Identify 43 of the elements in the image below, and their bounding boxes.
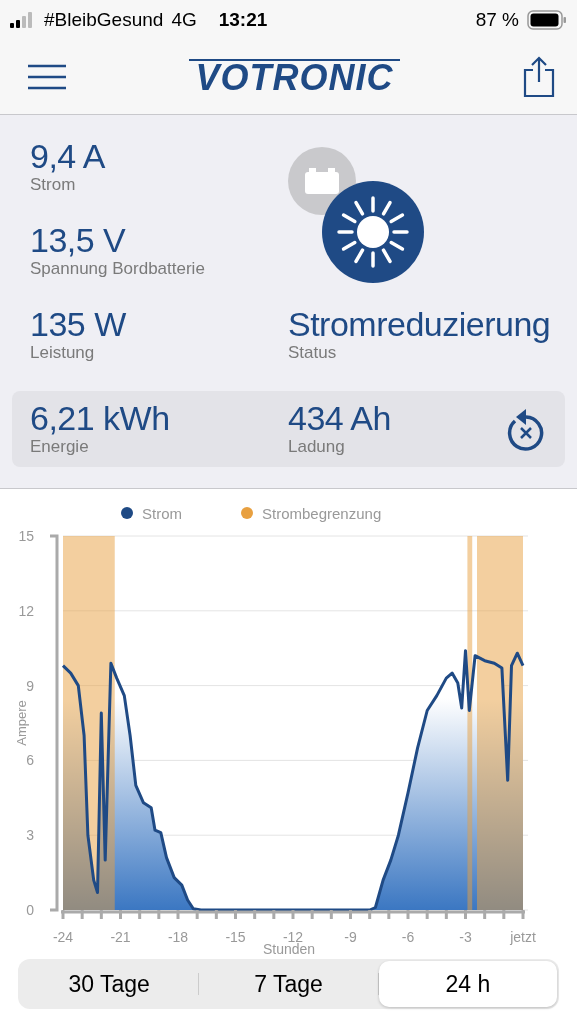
battery-percent: 87 %: [475, 9, 519, 31]
battery-icon: [305, 168, 339, 194]
y-tick-label: 9: [26, 677, 34, 694]
menu-icon[interactable]: [28, 64, 66, 90]
sun-icon: [337, 196, 409, 268]
x-tick-label: -21: [110, 929, 131, 945]
metric-value: 6,21 kWh: [30, 399, 171, 437]
metric-label: Ladung: [288, 437, 346, 457]
y-tick-label: 0: [26, 902, 34, 918]
battery-status-icon: [527, 10, 567, 30]
x-axis-title: Stunden: [262, 941, 316, 957]
x-tick-label: -18: [167, 929, 189, 945]
metric-value: 13,5 V: [30, 221, 127, 259]
metric-label: Status: [288, 343, 338, 363]
x-tick-label: -15: [225, 929, 246, 945]
share-icon[interactable]: [523, 56, 555, 98]
x-tick-label: -9: [344, 929, 357, 945]
metric-label: Strom: [30, 175, 77, 195]
metric-label: Leistung: [30, 343, 96, 363]
metric-value: Stromreduzierung: [288, 305, 551, 343]
range-tab[interactable]: 24 h: [378, 961, 557, 1007]
y-tick-label: 15: [18, 528, 34, 544]
x-tick-label: -24: [52, 929, 74, 945]
metric-label: Spannung Bordbatterie: [30, 259, 206, 279]
y-axis-title: Ampere: [14, 700, 29, 746]
x-tick-label: -3: [459, 929, 472, 945]
metric-label: Energie: [30, 437, 90, 457]
metric-value: 434 Ah: [288, 399, 392, 437]
carrier-name: #BleibGesund: [44, 9, 164, 31]
legend-label: Strombegrenzung: [262, 505, 382, 522]
network-type: 4G: [171, 9, 197, 31]
clock: 13:21: [218, 9, 268, 31]
range-tab[interactable]: 30 Tage: [20, 961, 199, 1007]
y-tick-label: 6: [26, 752, 34, 769]
metric-value: 9,4 A: [30, 137, 106, 175]
logo: VOTRONIC: [189, 59, 400, 95]
y-tick-label: 3: [26, 827, 34, 844]
range-tab[interactable]: 7 Tage: [199, 961, 378, 1007]
metric-value: 135 W: [30, 305, 127, 343]
y-tick-label: 12: [18, 602, 34, 619]
x-tick-label: -6: [401, 929, 415, 945]
legend-label: Strom: [142, 505, 182, 522]
x-tick-label: jetzt: [510, 929, 536, 945]
